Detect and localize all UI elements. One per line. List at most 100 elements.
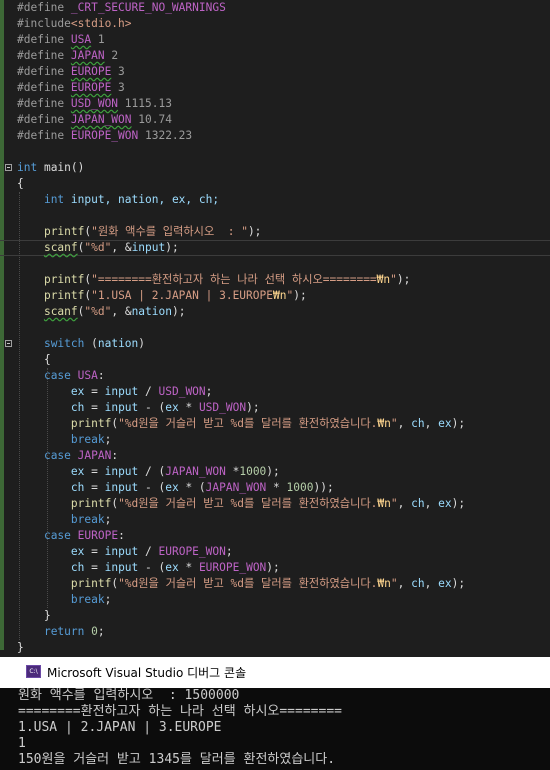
code-token: JAPAN_WON bbox=[165, 465, 226, 478]
code-token: " bbox=[390, 497, 398, 510]
code-line[interactable]: { bbox=[0, 352, 550, 368]
code-line[interactable]: printf("1.USA | 2.JAPAN | 3.EUROPE₩n"); bbox=[0, 288, 550, 304]
code-line[interactable]: printf("%d원을 거슬러 받고 %d를 달러를 환전하였습니다.₩n",… bbox=[0, 576, 550, 592]
code-line[interactable] bbox=[0, 320, 550, 336]
code-token: input bbox=[104, 545, 139, 558]
code-token: ₩n bbox=[377, 417, 391, 430]
code-line[interactable]: printf("원화 액수를 입력하시오 : "); bbox=[0, 224, 550, 240]
code-token: USA bbox=[70, 33, 92, 46]
code-text: { bbox=[17, 176, 24, 192]
code-text: #include<stdio.h> bbox=[17, 16, 132, 32]
code-line[interactable] bbox=[0, 208, 550, 224]
code-token: printf bbox=[43, 225, 85, 238]
code-token: input bbox=[104, 465, 139, 478]
code-token: 10.74 bbox=[131, 113, 172, 126]
code-text: ch = input - (ex * (JAPAN_WON * 1000)); bbox=[17, 480, 334, 496]
code-text: } bbox=[17, 608, 51, 624]
code-token: "%d" bbox=[84, 305, 112, 318]
code-token: = bbox=[84, 401, 105, 414]
code-line[interactable]: #define JAPAN_WON 10.74 bbox=[0, 112, 550, 128]
code-token: , bbox=[397, 417, 412, 430]
code-line[interactable]: printf("%d원을 거슬러 받고 %d를 달러를 환전하였습니다.₩n",… bbox=[0, 416, 550, 432]
code-token: #define bbox=[17, 1, 65, 14]
code-line[interactable]: ch = input - (ex * EUROPE_WON); bbox=[0, 560, 550, 576]
code-text: switch (nation) bbox=[17, 336, 145, 352]
code-token: EUROPE_WON bbox=[198, 561, 267, 574]
code-text: ex = input / (JAPAN_WON *1000); bbox=[17, 464, 280, 480]
code-line[interactable]: int input, nation, ex, ch; bbox=[0, 192, 550, 208]
debug-console-window[interactable]: C:\ Microsoft Visual Studio 디버그 콘솔 원화 액수… bbox=[0, 657, 550, 770]
code-text: int main() bbox=[17, 160, 84, 176]
code-line[interactable]: printf("========환전하고자 하는 나라 선택 하시오======… bbox=[0, 272, 550, 288]
code-line[interactable]: #include<stdio.h> bbox=[0, 16, 550, 32]
code-line[interactable]: ex = input / EUROPE_WON; bbox=[0, 544, 550, 560]
code-token: ₩n bbox=[272, 289, 287, 302]
code-token: return bbox=[43, 625, 85, 638]
code-token: : bbox=[111, 449, 119, 462]
code-line[interactable]: #define EUROPE 3 bbox=[0, 80, 550, 96]
code-token: * bbox=[266, 481, 287, 494]
code-line[interactable]: ex = input / USD_WON; bbox=[0, 384, 550, 400]
code-line[interactable]: case EUROPE: bbox=[0, 528, 550, 544]
fold-toggle-icon[interactable] bbox=[5, 340, 12, 347]
code-line[interactable] bbox=[0, 256, 550, 272]
code-token: ; bbox=[205, 385, 213, 398]
code-text: #define _CRT_SECURE_NO_WARNINGS bbox=[17, 0, 226, 16]
code-line[interactable]: return 0; bbox=[0, 624, 550, 640]
code-line[interactable]: case JAPAN: bbox=[0, 448, 550, 464]
code-token: ex bbox=[165, 401, 179, 414]
code-token: EUROPE bbox=[70, 81, 112, 94]
code-token: nation bbox=[131, 305, 172, 318]
code-line[interactable]: switch (nation) bbox=[0, 336, 550, 352]
code-token: ); bbox=[451, 497, 466, 510]
code-token: ); bbox=[247, 225, 262, 238]
code-token: input bbox=[104, 385, 139, 398]
code-line[interactable]: #define JAPAN 2 bbox=[0, 48, 550, 64]
code-line[interactable] bbox=[0, 144, 550, 160]
code-line[interactable]: #define EUROPE_WON 1322.23 bbox=[0, 128, 550, 144]
code-line[interactable]: break; bbox=[0, 432, 550, 448]
code-text: printf("%d원을 거슬러 받고 %d를 달러를 환전하였습니다.₩n",… bbox=[17, 496, 465, 512]
code-line[interactable]: #define USA 1 bbox=[0, 32, 550, 48]
code-token: ; bbox=[104, 433, 112, 446]
code-token: EUROPE_WON bbox=[70, 129, 139, 142]
code-line[interactable]: break; bbox=[0, 592, 550, 608]
code-line[interactable]: ex = input / (JAPAN_WON *1000); bbox=[0, 464, 550, 480]
code-token: } bbox=[17, 641, 24, 654]
code-token: 1322.23 bbox=[138, 129, 193, 142]
fold-toggle-icon[interactable] bbox=[5, 164, 12, 171]
code-line[interactable]: scanf("%d", &input); bbox=[0, 240, 550, 256]
code-token: scanf bbox=[43, 241, 78, 254]
code-token: " bbox=[390, 417, 398, 430]
code-line[interactable]: ch = input - (ex * USD_WON); bbox=[0, 400, 550, 416]
code-line[interactable]: break; bbox=[0, 512, 550, 528]
code-token: printf bbox=[70, 417, 112, 430]
code-token: : bbox=[118, 529, 125, 542]
code-token: 3 bbox=[111, 81, 125, 94]
code-token: ₩n bbox=[376, 273, 391, 286]
code-line[interactable]: { bbox=[0, 176, 550, 192]
code-line[interactable]: #define _CRT_SECURE_NO_WARNINGS bbox=[0, 0, 550, 16]
code-line[interactable]: #define EUROPE 3 bbox=[0, 64, 550, 80]
code-line[interactable]: printf("%d원을 거슬러 받고 %d를 달러를 환전하였습니다.₩n",… bbox=[0, 496, 550, 512]
code-token: ex bbox=[165, 561, 179, 574]
code-line[interactable]: } bbox=[0, 640, 550, 656]
code-line[interactable]: ch = input - (ex * (JAPAN_WON * 1000)); bbox=[0, 480, 550, 496]
code-line[interactable]: #define USD_WON 1115.13 bbox=[0, 96, 550, 112]
code-editor[interactable]: #define _CRT_SECURE_NO_WARNINGS #include<… bbox=[0, 0, 550, 657]
code-token: input bbox=[131, 241, 166, 254]
code-line[interactable]: } bbox=[0, 608, 550, 624]
code-token: "%d원을 거슬러 받고 %d를 달러를 환전하였습니다. bbox=[118, 497, 378, 510]
code-line[interactable]: scanf("%d", &nation); bbox=[0, 304, 550, 320]
console-title-bar[interactable]: C:\ Microsoft Visual Studio 디버그 콘솔 bbox=[0, 657, 550, 688]
code-line[interactable]: int main() bbox=[0, 160, 550, 176]
code-line[interactable]: case USA: bbox=[0, 368, 550, 384]
code-token: ); bbox=[451, 577, 466, 590]
code-token: #define bbox=[17, 113, 71, 126]
